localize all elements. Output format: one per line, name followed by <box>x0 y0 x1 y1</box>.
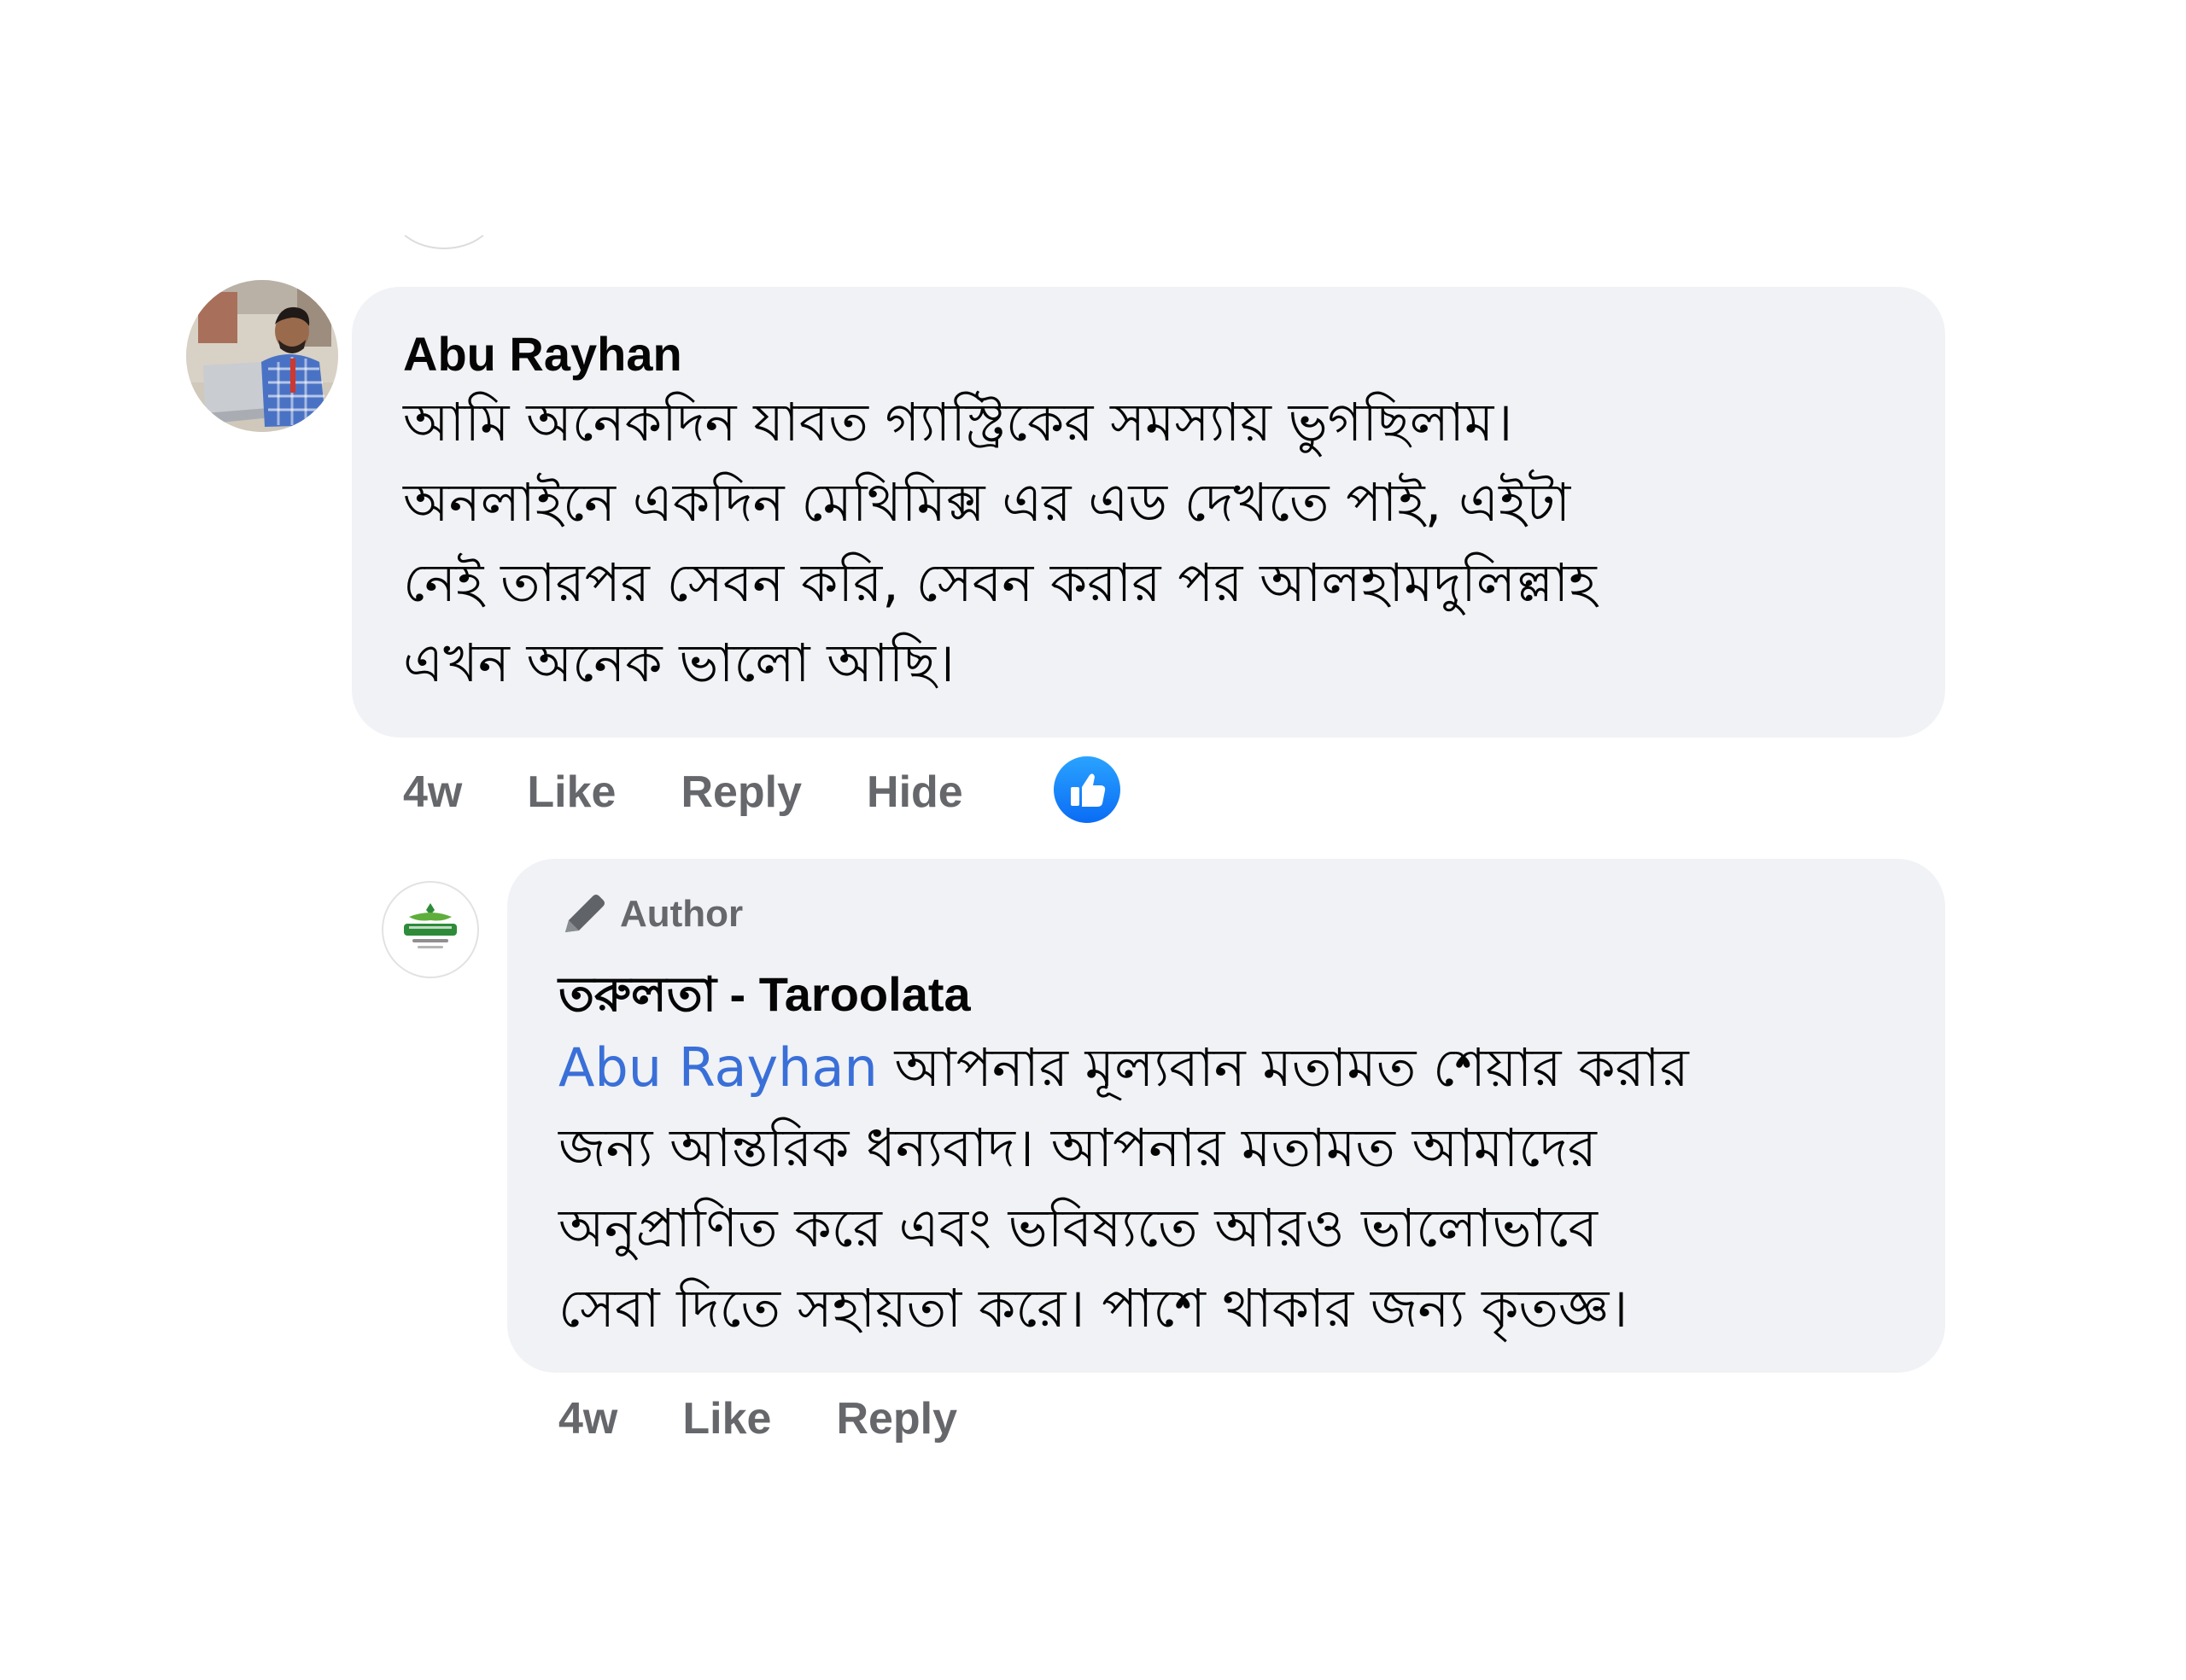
hide-button[interactable]: Hide <box>867 767 963 818</box>
thumbs-up-icon <box>1071 773 1106 807</box>
reply-like-button[interactable]: Like <box>682 1393 771 1444</box>
reply-text-line: জন্য আন্তরিক ধন্যবাদ। আপনার মতামত আমাদের <box>558 1117 1597 1179</box>
author-badge-label: Author <box>620 893 744 935</box>
like-button[interactable]: Like <box>527 767 616 818</box>
reply-text: Abu Rayhan আপনার মূল্যবান মতামত শেয়ার ক… <box>558 1028 1689 1349</box>
like-reaction-icon[interactable] <box>1050 753 1124 826</box>
reply-author-name[interactable]: তরুলতা - Taroolata <box>558 965 971 1024</box>
comment-text-line: অনলাইনে একদিন মেথিমিক্স এর এড দেখতে পাই,… <box>403 471 1571 534</box>
reply-text-line: সেবা দিতে সহায়তা করে। পাশে থাকার জন্য ক… <box>558 1277 1628 1339</box>
reply-text-line: Abu Rayhan আপনার মূল্যবান মতামত শেয়ার ক… <box>558 1028 1689 1108</box>
user-photo-icon <box>186 280 338 432</box>
comment-text-line: আমি অনেকদিন যাবত গ্যাস্ট্রিকের সমস্যায় … <box>403 391 1513 453</box>
reply-button[interactable]: Reply <box>681 767 802 818</box>
author-badge: Author <box>558 890 743 939</box>
taroolata-logo-icon <box>386 885 475 974</box>
comment-text-line: নেই তারপর সেবন করি, সেবন করার পর আলহামদু… <box>403 551 1597 614</box>
comment-actions: 4w Like Reply Hide <box>403 767 963 818</box>
previous-comment-avatar-edge <box>391 235 497 249</box>
avatar[interactable] <box>186 280 338 432</box>
reply-bubble: Author তরুলতা - Taroolata Abu Rayhan আপন… <box>507 859 1945 1373</box>
reply-first-line-text: আপনার মূল্যবান মতামত শেয়ার করার <box>877 1036 1689 1099</box>
reply-actions: 4w Like Reply <box>558 1393 957 1444</box>
comment-timestamp[interactable]: 4w <box>403 767 462 818</box>
reply-timestamp[interactable]: 4w <box>558 1393 617 1444</box>
page-avatar[interactable] <box>382 881 479 978</box>
reply-text-line: অনুপ্রাণিত করে এবং ভবিষ্যতে আরও ভালোভাবে <box>558 1197 1598 1259</box>
comment-text: আমি অনেকদিন যাবত গ্যাস্ট্রিকের সমস্যায় … <box>403 382 1597 703</box>
comment-author-name[interactable]: Abu Rayhan <box>403 324 682 384</box>
comment-text-line: এখন অনেক ভালো আছি। <box>403 632 956 694</box>
comment-bubble: Abu Rayhan আমি অনেকদিন যাবত গ্যাস্ট্রিকে… <box>352 287 1945 738</box>
reply-reply-button[interactable]: Reply <box>836 1393 957 1444</box>
pencil-icon <box>565 895 605 932</box>
mention-link[interactable]: Abu Rayhan <box>558 1036 878 1099</box>
